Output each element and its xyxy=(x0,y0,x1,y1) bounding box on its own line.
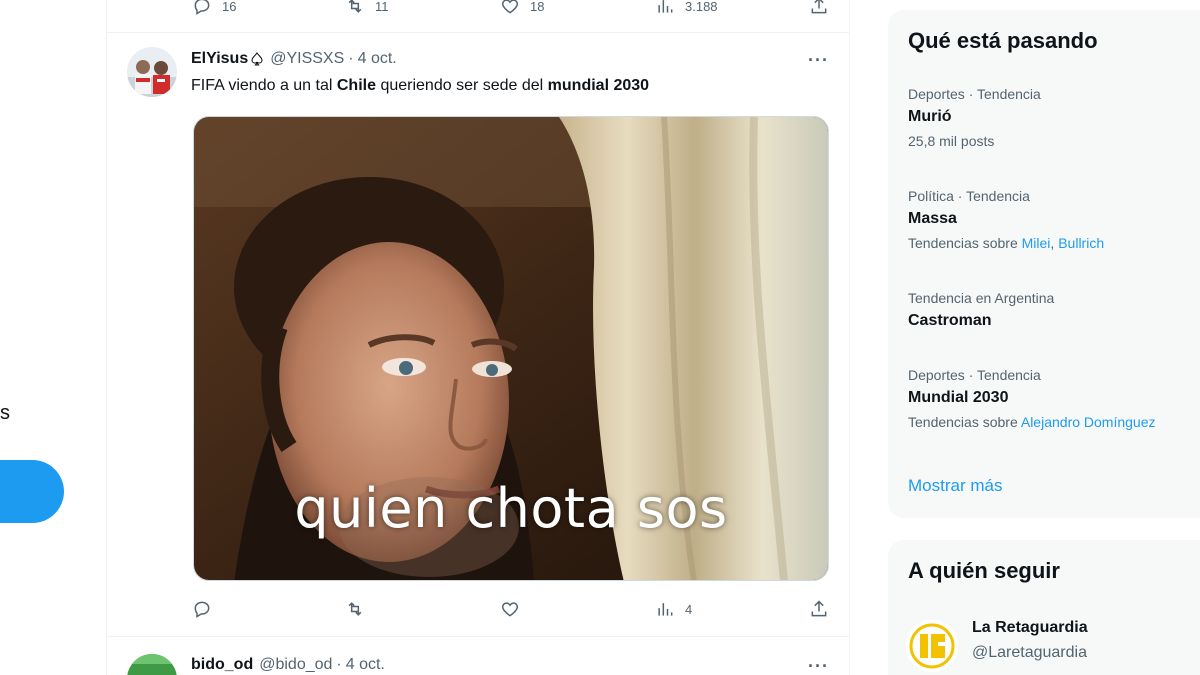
timeline: 16 11 18 3.188 ElYisus @YISSXS · 4 oct. … xyxy=(106,0,850,675)
trends-title: Qué está pasando xyxy=(908,28,1098,53)
tweet-header: ElYisus @YISSXS · 4 oct. xyxy=(191,50,397,68)
views-button[interactable]: 3.188 xyxy=(655,0,718,16)
tweet-timestamp[interactable]: 4 oct. xyxy=(358,50,397,68)
like-count: 18 xyxy=(530,0,545,14)
tweet-media-image[interactable]: quien chota sos xyxy=(193,116,829,581)
share-icon xyxy=(811,600,827,617)
tweet-text-bold: Chile xyxy=(336,77,376,94)
avatar[interactable] xyxy=(127,654,177,675)
prev-tweet-actions: 16 11 18 3.188 xyxy=(192,0,832,18)
avatar[interactable] xyxy=(127,47,177,97)
reply-count: 16 xyxy=(222,0,237,14)
tweet-text-bold: mundial 2030 xyxy=(547,77,650,94)
share-button[interactable] xyxy=(809,0,829,16)
trend-item[interactable]: Política · Tendencia Massa Tendencias so… xyxy=(908,188,1200,251)
tweet-divider xyxy=(107,636,849,637)
like-button[interactable]: 18 xyxy=(500,0,544,16)
trend-related-prefix: Tendencias sobre xyxy=(908,414,1021,430)
share-icon xyxy=(811,0,827,14)
reply-button[interactable]: 16 xyxy=(192,0,236,16)
tweet-author-handle[interactable]: @bido_od xyxy=(259,656,332,674)
trend-category: Política · Tendencia xyxy=(908,188,1030,204)
views-chart-icon xyxy=(658,603,673,616)
views-button[interactable]: 4 xyxy=(655,599,692,619)
tweet-author-name[interactable]: bido_od xyxy=(191,656,253,674)
who-to-follow-title: A quién seguir xyxy=(908,558,1060,583)
trend-category: Deportes · Tendencia xyxy=(908,367,1041,383)
post-button[interactable] xyxy=(0,460,64,523)
trend-item[interactable]: Tendencia en Argentina Castroman xyxy=(908,290,1200,330)
trend-name: Castroman xyxy=(908,312,992,329)
retweet-icon xyxy=(348,0,362,13)
trend-post-count: 25,8 mil posts xyxy=(908,133,995,149)
trend-related: Tendencias sobre Milei, Bullrich xyxy=(908,235,1200,251)
trend-item[interactable]: Deportes · Tendencia Murió 25,8 mil post… xyxy=(908,86,1200,149)
sidebar-partial-label[interactable]: s xyxy=(0,402,10,425)
trend-category: Tendencia en Argentina xyxy=(908,290,1055,306)
share-button[interactable] xyxy=(809,599,829,619)
spade-icon xyxy=(251,52,263,66)
trend-name: Murió xyxy=(908,108,952,125)
show-more-link[interactable]: Mostrar más xyxy=(908,476,1002,496)
tweet-separator: · xyxy=(348,50,354,67)
tweet-header: bido_od @bido_od · 4 oct. xyxy=(191,656,385,674)
reply-icon xyxy=(194,0,210,15)
tweet-text: FIFA viendo a un tal Chile queriendo ser… xyxy=(191,77,649,95)
trend-name: Massa xyxy=(908,210,957,227)
account-name[interactable]: La Retaguardia xyxy=(972,619,1088,637)
heart-icon xyxy=(501,0,519,14)
reply-button[interactable] xyxy=(192,599,212,619)
media-caption: quien chota sos xyxy=(294,477,728,540)
tweet-text-part: queriendo ser sede del xyxy=(376,77,548,94)
who-to-follow-card: A quién seguir La Retaguardia @Laretagua… xyxy=(888,540,1200,675)
trend-related-link[interactable]: Milei xyxy=(1022,235,1051,251)
tweet-text-part: FIFA viendo a un tal xyxy=(191,77,337,94)
retweet-button[interactable] xyxy=(345,599,365,619)
views-chart-icon xyxy=(658,0,673,13)
trend-category: Deportes · Tendencia xyxy=(908,86,1041,102)
more-options-icon[interactable]: ··· xyxy=(808,656,829,675)
heart-icon xyxy=(501,602,519,617)
retweet-count: 11 xyxy=(375,0,389,14)
account-handle[interactable]: @Laretaguardia xyxy=(972,644,1087,662)
tweet-separator: · xyxy=(336,656,342,673)
tweet-author-handle[interactable]: @YISSXS xyxy=(270,50,344,68)
retweet-icon xyxy=(348,602,362,616)
like-button[interactable] xyxy=(500,599,520,619)
trend-related-link[interactable]: Alejandro Domínguez xyxy=(1021,414,1156,430)
account-avatar[interactable] xyxy=(906,620,958,672)
trends-card: Qué está pasando Deportes · Tendencia Mu… xyxy=(888,10,1200,518)
trend-item[interactable]: Deportes · Tendencia Mundial 2030 Tenden… xyxy=(908,367,1200,430)
retweet-button[interactable]: 11 xyxy=(345,0,389,16)
views-count: 3.188 xyxy=(685,0,718,14)
views-count: 4 xyxy=(685,601,693,617)
tweet-timestamp[interactable]: 4 oct. xyxy=(346,656,385,674)
tweet-divider xyxy=(107,32,849,33)
tweet-actions: 4 xyxy=(192,597,832,621)
trend-related-prefix: Tendencias sobre xyxy=(908,235,1022,251)
tweet-author-name[interactable]: ElYisus xyxy=(191,50,248,68)
trend-name: Mundial 2030 xyxy=(908,389,1009,406)
reply-icon xyxy=(194,601,210,618)
trend-related: Tendencias sobre Alejandro Domínguez xyxy=(908,414,1200,430)
trend-related-link[interactable]: Bullrich xyxy=(1058,235,1104,251)
more-options-icon[interactable]: ··· xyxy=(808,50,829,71)
